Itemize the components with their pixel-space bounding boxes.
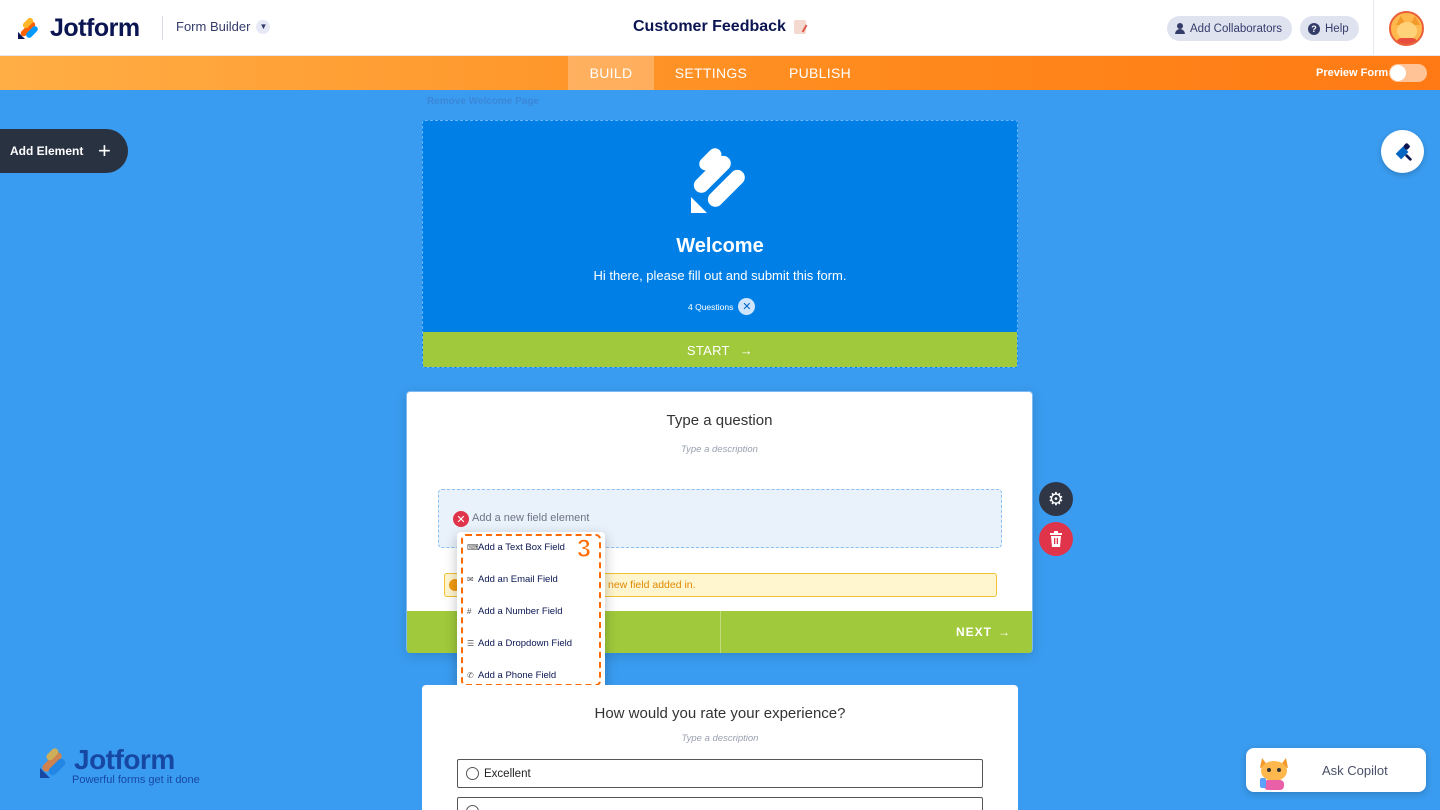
trash-icon xyxy=(1050,531,1062,547)
number-icon: # xyxy=(467,606,472,616)
menu-item-label: Add a Number Field xyxy=(478,605,563,617)
form-builder-label: Form Builder xyxy=(176,19,251,34)
email-icon: ✉ xyxy=(467,574,474,584)
arrow-right-icon: → xyxy=(739,342,754,358)
plus-icon: + xyxy=(98,138,111,163)
rating-question-description[interactable]: Type a description xyxy=(422,733,1018,744)
header-divider xyxy=(162,16,163,40)
rating-question-title[interactable]: How would you rate your experience? xyxy=(422,705,1018,722)
tab-publish[interactable]: PUBLISH xyxy=(780,56,860,90)
watermark-brand: Jotform xyxy=(74,744,175,775)
copilot-cat-icon xyxy=(1260,758,1288,790)
welcome-subtitle: Hi there, please fill out and submit thi… xyxy=(593,268,847,283)
dropdown-icon: ☰ xyxy=(467,638,475,648)
question-count: 4 Questions ✕ xyxy=(688,298,756,315)
jotform-watermark-icon xyxy=(40,748,66,778)
ask-copilot-label: Ask Copilot xyxy=(1322,763,1388,778)
rating-option-label: Excellent xyxy=(484,767,531,780)
menu-item-email[interactable]: ✉ Add an Email Field xyxy=(467,570,558,588)
menu-item-label: Add a Text Box Field xyxy=(478,541,565,553)
jotform-logo[interactable]: Jotform xyxy=(16,14,140,42)
help-button[interactable]: ? Help xyxy=(1300,16,1359,41)
ask-copilot-button[interactable]: Ask Copilot xyxy=(1246,748,1426,792)
arrow-right-icon: → xyxy=(998,625,1012,639)
edit-pencil-icon[interactable] xyxy=(793,20,806,34)
radio-icon[interactable] xyxy=(466,767,479,780)
add-collaborators-label: Add Collaborators xyxy=(1190,22,1283,35)
preview-form-label: Preview Form xyxy=(1316,67,1389,79)
chevron-down-icon: ▼ xyxy=(256,19,271,34)
text-box-icon: ⌨ xyxy=(467,542,479,552)
tab-build[interactable]: BUILD xyxy=(568,56,654,90)
avatar-face xyxy=(1397,22,1417,39)
menu-item-label: Add an Email Field xyxy=(478,573,558,585)
next-label: NEXT xyxy=(956,625,993,639)
remove-field-icon[interactable]: ✕ xyxy=(453,511,469,527)
close-icon[interactable]: ✕ xyxy=(738,298,756,315)
header-divider-right xyxy=(1373,0,1374,56)
tab-settings[interactable]: SETTINGS xyxy=(666,56,756,90)
phone-icon: ✆ xyxy=(467,670,474,680)
help-label: Help xyxy=(1325,22,1349,35)
user-avatar[interactable] xyxy=(1389,11,1424,46)
add-collaborators-button[interactable]: Add Collaborators xyxy=(1167,16,1293,41)
menu-item-dropdown[interactable]: ☰ Add a Dropdown Field xyxy=(467,634,572,652)
welcome-title: Welcome xyxy=(676,235,764,257)
person-icon xyxy=(1175,23,1185,34)
preview-form-toggle[interactable] xyxy=(1389,64,1427,82)
jotform-watermark: Jotform Powerful forms get it done xyxy=(38,744,218,788)
menu-item-label: Add a Phone Field xyxy=(478,669,557,681)
warning-text: new field added in. xyxy=(608,579,696,591)
toggle-knob xyxy=(1390,65,1406,81)
menu-item-label: Add a Dropdown Field xyxy=(478,637,572,649)
start-button[interactable]: START → xyxy=(423,332,1017,367)
delete-question-button[interactable] xyxy=(1039,522,1073,556)
menu-item-number[interactable]: # Add a Number Field xyxy=(467,602,562,620)
form-title-text: Customer Feedback xyxy=(633,18,786,35)
watermark-tagline: Powerful forms get it done xyxy=(72,774,200,786)
menu-item-phone[interactable]: ✆ Add a Phone Field xyxy=(467,666,556,684)
brand-name: Jotform xyxy=(50,13,140,42)
next-button[interactable]: NEXT → xyxy=(956,625,1011,639)
form-title[interactable]: Customer Feedback xyxy=(633,18,806,36)
welcome-page-card[interactable]: Welcome Hi there, please fill out and su… xyxy=(422,120,1018,368)
rating-option[interactable]: Excellent xyxy=(457,759,983,788)
jotform-logo-icon xyxy=(18,17,38,39)
form-designer-button[interactable] xyxy=(1381,130,1424,173)
question-mark-icon: ? xyxy=(1308,22,1320,35)
radio-icon[interactable] xyxy=(466,805,479,810)
builder-nav-bar: BUILD SETTINGS PUBLISH Preview Form xyxy=(0,56,1440,90)
top-header: Jotform Form Builder ▼ Customer Feedback… xyxy=(0,0,1440,56)
menu-item-text-box[interactable]: ⌨ Add a Text Box Field xyxy=(467,538,565,556)
start-label: START xyxy=(686,342,730,358)
question-title[interactable]: Type a question xyxy=(407,412,1032,429)
question-settings-button[interactable]: ⚙ xyxy=(1039,482,1073,516)
question-count-text: 4 Questions xyxy=(688,301,734,312)
remove-welcome-page-link[interactable]: Remove Welcome Page xyxy=(427,96,539,107)
add-element-label: Add Element xyxy=(10,144,84,158)
question-description[interactable]: Type a description xyxy=(407,444,1032,455)
footer-divider xyxy=(720,611,721,653)
form-builder-dropdown[interactable]: Form Builder ▼ xyxy=(176,19,271,34)
jotform-white-logo-icon xyxy=(691,148,745,213)
add-element-button[interactable]: Add Element + xyxy=(0,129,128,173)
avatar-body xyxy=(1396,38,1418,44)
paint-roller-icon xyxy=(1395,142,1412,161)
rating-option[interactable] xyxy=(457,797,983,810)
gear-icon: ⚙ xyxy=(1047,488,1065,509)
add-field-placeholder: Add a new field element xyxy=(472,512,590,524)
step-number-badge: 3 xyxy=(577,535,592,564)
rating-question-card[interactable]: How would you rate your experience? Type… xyxy=(422,685,1018,810)
